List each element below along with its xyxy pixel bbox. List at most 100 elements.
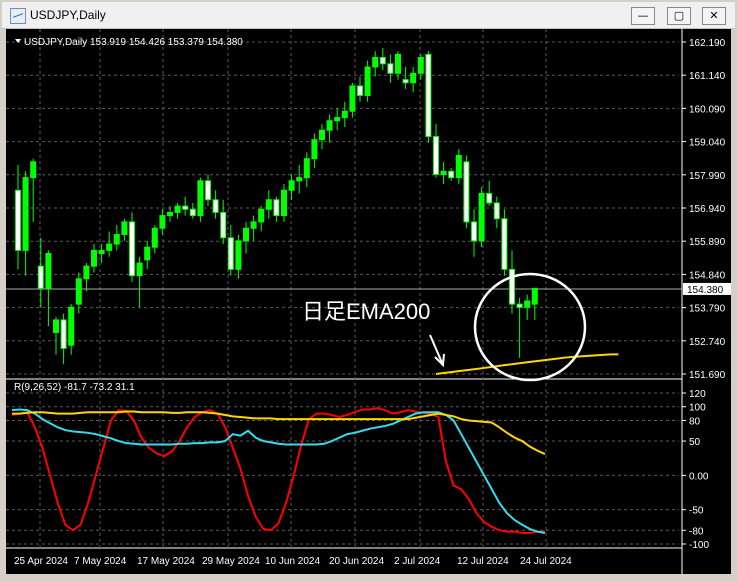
candle-body [258, 208, 265, 223]
price-tick-label: 159.040 [689, 138, 726, 149]
current-price-label: 154.380 [687, 285, 724, 296]
oscillator-lines [11, 407, 546, 535]
candle-body [243, 227, 249, 242]
candle-body [68, 306, 75, 346]
price-tick-label: 157.990 [689, 171, 726, 182]
candle-body [113, 234, 120, 245]
candle-body [501, 218, 508, 270]
price-tick-label: 161.140 [689, 71, 726, 82]
candle-body [417, 56, 424, 74]
chart-window-icon [10, 8, 26, 24]
candle-body [524, 300, 531, 308]
close-button[interactable]: ✕ [702, 7, 726, 25]
candle-body [296, 177, 303, 182]
candle-body [273, 199, 280, 217]
chart-canvas[interactable]: 162.190 161.140 160.090 159.040 157.990 156.9… [6, 29, 731, 574]
price-tick-label: 156.940 [689, 204, 726, 215]
candle-body [37, 265, 44, 289]
candle-body [288, 180, 295, 191]
candle-body [75, 278, 82, 305]
title-bar[interactable]: USDJPY,Daily — ▢ ✕ [2, 2, 735, 29]
candle-body [516, 303, 523, 308]
oscillator-tick-label: -100 [689, 540, 709, 551]
candle-body [463, 161, 470, 223]
candle-body [471, 221, 477, 242]
candle-body [364, 66, 371, 96]
candle-body [182, 205, 189, 210]
candle-body [334, 117, 341, 122]
candle-body [83, 265, 90, 280]
candle-body [121, 221, 128, 236]
oscillator-tick-label: 80 [689, 416, 701, 427]
candle-body [174, 205, 181, 213]
candle-body [212, 199, 219, 213]
candle-body [395, 53, 401, 74]
candle-body [167, 211, 173, 217]
candle-body [22, 177, 29, 251]
price-tick-label: 160.090 [689, 104, 726, 115]
price-candles [15, 48, 538, 365]
ema-annotation-label: 日足EMA200 [302, 299, 430, 324]
candle-body [486, 192, 493, 204]
candle-body [250, 221, 257, 229]
ema200-line [435, 353, 619, 375]
candle-body [205, 180, 211, 201]
candle-body [106, 243, 113, 251]
candle-body [136, 262, 143, 277]
oscillator-header-label: R(9,26,52) -81.7 -73.2 31.1 [14, 382, 135, 393]
candle-body [98, 249, 105, 255]
price-tick-label: 152.740 [689, 337, 726, 348]
candle-body [372, 56, 379, 68]
candle-body [227, 237, 234, 270]
candle-body [15, 189, 21, 251]
chart-area[interactable]: 162.190 161.140 160.090 159.040 157.990 156.9… [6, 29, 731, 574]
candle-body [265, 199, 272, 210]
candle-body [357, 85, 363, 96]
candle-body [311, 139, 318, 160]
time-tick-label: 7 May 2024 [74, 556, 127, 567]
maximize-button[interactable]: ▢ [667, 7, 691, 25]
candle-body [60, 319, 67, 349]
window-title: USDJPY,Daily [30, 8, 106, 22]
time-tick-label: 29 May 2024 [202, 556, 260, 567]
candle-body [281, 189, 287, 217]
candle-body [303, 158, 310, 179]
candle-body [326, 120, 333, 131]
ema-line [435, 353, 619, 375]
price-header-label: USDJPY,Daily 153.919 154.426 153.379 154… [24, 37, 243, 48]
oscillator-tick-label: -50 [689, 506, 704, 517]
candle-body [235, 240, 242, 270]
time-tick-label: 12 Jul 2024 [457, 556, 509, 567]
candle-body [319, 129, 325, 141]
oscillator-tick-label: 100 [689, 403, 706, 414]
time-tick-label: 24 Jul 2024 [520, 556, 572, 567]
oscillator-series-2 [11, 408, 546, 535]
candle-body [478, 192, 485, 242]
time-tick-label: 17 May 2024 [137, 556, 195, 567]
annotation-arrow [429, 334, 444, 366]
candle-body [531, 287, 538, 305]
candle-body [433, 136, 439, 175]
oscillator-tick-label: -80 [689, 526, 704, 537]
candle-body [493, 202, 500, 220]
candle-body [402, 79, 409, 84]
oscillator-series-1 [11, 407, 545, 535]
candle-body [410, 72, 417, 84]
candle-body [45, 253, 52, 289]
candle-body [387, 63, 394, 74]
price-tick-label: 153.790 [689, 304, 726, 315]
candle-body [440, 170, 447, 175]
candle-body [189, 208, 196, 217]
candle-body [91, 249, 97, 267]
candle-body [159, 215, 166, 229]
candle-body [197, 180, 204, 217]
candle-body [220, 211, 227, 239]
minimize-button[interactable]: — [631, 7, 655, 25]
candle-body [448, 170, 455, 179]
oscillator-tick-label: 120 [689, 389, 706, 400]
price-tick-label: 154.840 [689, 270, 726, 281]
candle-body [509, 268, 515, 305]
candle-body [53, 319, 59, 334]
candle-body [151, 227, 158, 248]
candle-body [129, 221, 135, 277]
